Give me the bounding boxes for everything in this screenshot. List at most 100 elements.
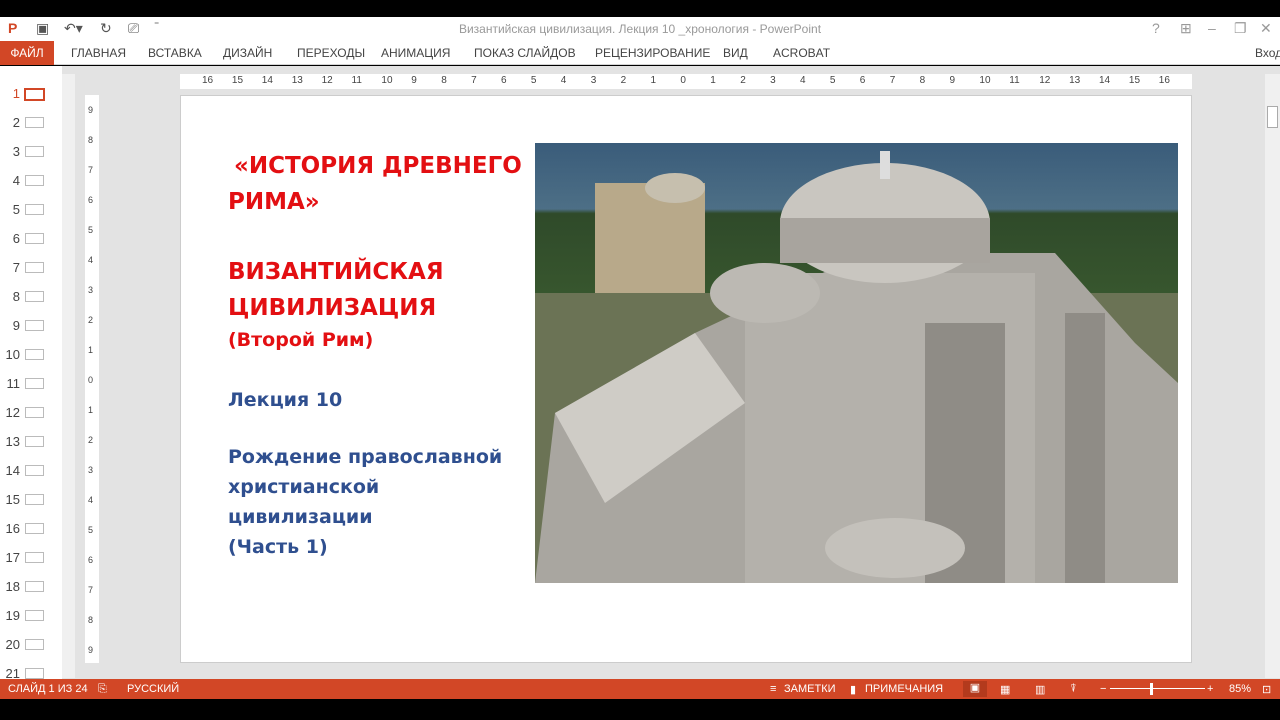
tab-review[interactable]: РЕЦЕНЗИРОВАНИЕ xyxy=(595,46,710,60)
thumbnail-number[interactable]: 9 xyxy=(0,318,20,333)
thumbnail-number[interactable]: 20 xyxy=(0,637,20,652)
slide-thumbnail[interactable] xyxy=(25,204,44,215)
thumbnail-number[interactable]: 19 xyxy=(0,608,20,623)
thumbnail-number[interactable]: 3 xyxy=(0,144,20,159)
help-icon[interactable]: ? xyxy=(1152,20,1160,36)
slide-thumbnail[interactable] xyxy=(25,639,44,650)
slide-thumbnail[interactable] xyxy=(25,117,44,128)
comments-icon[interactable]: ▮ xyxy=(850,683,856,696)
hagia-sophia-photo[interactable] xyxy=(535,143,1178,583)
ruler-tick-label: 12 xyxy=(1039,75,1051,86)
zoom-in-icon[interactable]: + xyxy=(1207,683,1213,695)
thumbnail-number[interactable]: 12 xyxy=(0,405,20,420)
thumbnail-number[interactable]: 7 xyxy=(0,260,20,275)
slide-thumbnail[interactable] xyxy=(25,291,44,302)
thumbnail-scrollbar[interactable] xyxy=(62,74,75,678)
slide-thumbnail[interactable] xyxy=(24,88,45,101)
slide-thumbnail[interactable] xyxy=(25,320,44,331)
reading-view-icon[interactable]: ▥ xyxy=(1035,683,1045,696)
slide-thumbnail[interactable] xyxy=(25,378,44,389)
language[interactable]: РУССКИЙ xyxy=(127,683,179,695)
notes-icon[interactable]: ≡ xyxy=(770,683,776,695)
slide-thumbnail[interactable] xyxy=(25,494,44,505)
minimize-icon[interactable]: – xyxy=(1208,20,1216,36)
ruler-tick-label: 10 xyxy=(979,75,991,86)
restore-icon[interactable]: ❐ xyxy=(1234,20,1247,37)
ruler-tick-label: 9 xyxy=(88,105,94,115)
notes-button[interactable]: ЗАМЕТКИ xyxy=(784,683,836,695)
thumbnail-number[interactable]: 14 xyxy=(0,463,20,478)
close-icon[interactable]: ✕ xyxy=(1260,20,1272,37)
tab-animation[interactable]: АНИМАЦИЯ xyxy=(381,46,450,60)
spellcheck-icon[interactable]: ⎘ xyxy=(98,683,107,696)
title-line-2: РИМА» xyxy=(228,189,320,215)
slide-sorter-icon[interactable]: ▦ xyxy=(1000,683,1010,696)
slide-thumbnail[interactable] xyxy=(25,407,44,418)
zoom-level[interactable]: 85% xyxy=(1229,683,1251,695)
tab-acrobat[interactable]: ACROBAT xyxy=(773,46,830,60)
ruler-tick-label: 13 xyxy=(291,75,303,86)
ruler-tick-label: 8 xyxy=(88,135,94,145)
thumbnail-number[interactable]: 17 xyxy=(0,550,20,565)
zoom-out-icon[interactable]: − xyxy=(1100,683,1106,695)
scrollbar-thumb[interactable] xyxy=(1267,106,1278,128)
ruler-tick-label: 1 xyxy=(650,75,657,86)
ruler-tick-label: 15 xyxy=(231,75,244,86)
thumbnail-number[interactable]: 5 xyxy=(0,202,20,217)
slide-thumbnail[interactable] xyxy=(25,465,44,476)
ruler-tick-label: 5 xyxy=(829,75,836,86)
zoom-slider-thumb[interactable] xyxy=(1150,683,1153,695)
thumbnail-number[interactable]: 8 xyxy=(0,289,20,304)
ruler-tick-label: 5 xyxy=(530,75,537,86)
topic-line-1: Рождение православной xyxy=(228,446,503,468)
slide-thumbnail[interactable] xyxy=(25,668,44,679)
slide-thumbnail[interactable] xyxy=(25,262,44,273)
thumbnail-number[interactable]: 15 xyxy=(0,492,20,507)
tab-transitions[interactable]: ПЕРЕХОДЫ xyxy=(297,46,365,60)
topic-line-3: цивилизации xyxy=(228,506,373,528)
slide-text[interactable]: «ИСТОРИЯ ДРЕВНЕГО РИМА» ВИЗАНТИЙСКАЯ ЦИВ… xyxy=(228,148,522,562)
ruler-tick-label: 3 xyxy=(770,75,776,86)
slide-thumbnail[interactable] xyxy=(25,523,44,534)
tab-design[interactable]: ДИЗАЙН xyxy=(223,46,272,60)
thumbnail-number[interactable]: 4 xyxy=(0,173,20,188)
thumbnail-number[interactable]: 2 xyxy=(0,115,20,130)
slide-thumbnail[interactable] xyxy=(25,581,44,592)
slide-thumbnail[interactable] xyxy=(25,233,44,244)
zoom-slider[interactable] xyxy=(1110,688,1205,689)
vertical-scrollbar[interactable] xyxy=(1265,74,1280,678)
slide-thumbnail[interactable] xyxy=(25,552,44,563)
ruler-tick-label: 7 xyxy=(471,75,477,86)
ruler-tick-label: 3 xyxy=(88,465,94,475)
ruler-tick-label: 11 xyxy=(351,75,362,86)
thumbnail-number[interactable]: 18 xyxy=(0,579,20,594)
slide-thumbnail[interactable] xyxy=(25,349,44,360)
tab-insert[interactable]: ВСТАВКА xyxy=(148,46,202,60)
fit-slide-icon[interactable]: ⊡ xyxy=(1262,683,1271,696)
tab-file[interactable]: ФАЙЛ xyxy=(0,41,54,65)
thumbnail-number[interactable]: 16 xyxy=(0,521,20,536)
ruler-tick-label: 2 xyxy=(740,75,746,86)
title-line-1: «ИСТОРИЯ ДРЕВНЕГО xyxy=(234,153,522,179)
slide-thumbnail[interactable] xyxy=(25,436,44,447)
ribbon-options-icon[interactable]: ⊞ xyxy=(1180,20,1192,37)
thumbnail-number[interactable]: 11 xyxy=(0,376,21,391)
tab-home[interactable]: ГЛАВНАЯ xyxy=(71,46,126,60)
thumbnail-number[interactable]: 6 xyxy=(0,231,20,246)
thumbnail-number[interactable]: 1 xyxy=(0,86,20,101)
slide-thumbnail[interactable] xyxy=(25,610,44,621)
tab-view[interactable]: ВИД xyxy=(723,46,748,60)
slide-counter: СЛАЙД 1 ИЗ 24 xyxy=(8,683,88,695)
tab-slideshow[interactable]: ПОКАЗ СЛАЙДОВ xyxy=(474,46,576,60)
ruler-tick-label: 6 xyxy=(859,75,866,86)
ruler-tick-label: 5 xyxy=(88,225,94,235)
thumbnail-number[interactable]: 13 xyxy=(0,434,20,449)
slide-thumbnail[interactable] xyxy=(25,146,44,157)
normal-view-icon[interactable]: ▣ xyxy=(963,681,987,697)
slide-thumbnail[interactable] xyxy=(25,175,44,186)
comments-button[interactable]: ПРИМЕЧАНИЯ xyxy=(865,683,943,695)
sign-in-link[interactable]: Вход xyxy=(1255,46,1280,60)
slideshow-view-icon[interactable]: ⍒ xyxy=(1070,683,1077,696)
ruler-tick-label: 16 xyxy=(1158,75,1170,86)
thumbnail-number[interactable]: 10 xyxy=(0,347,20,362)
